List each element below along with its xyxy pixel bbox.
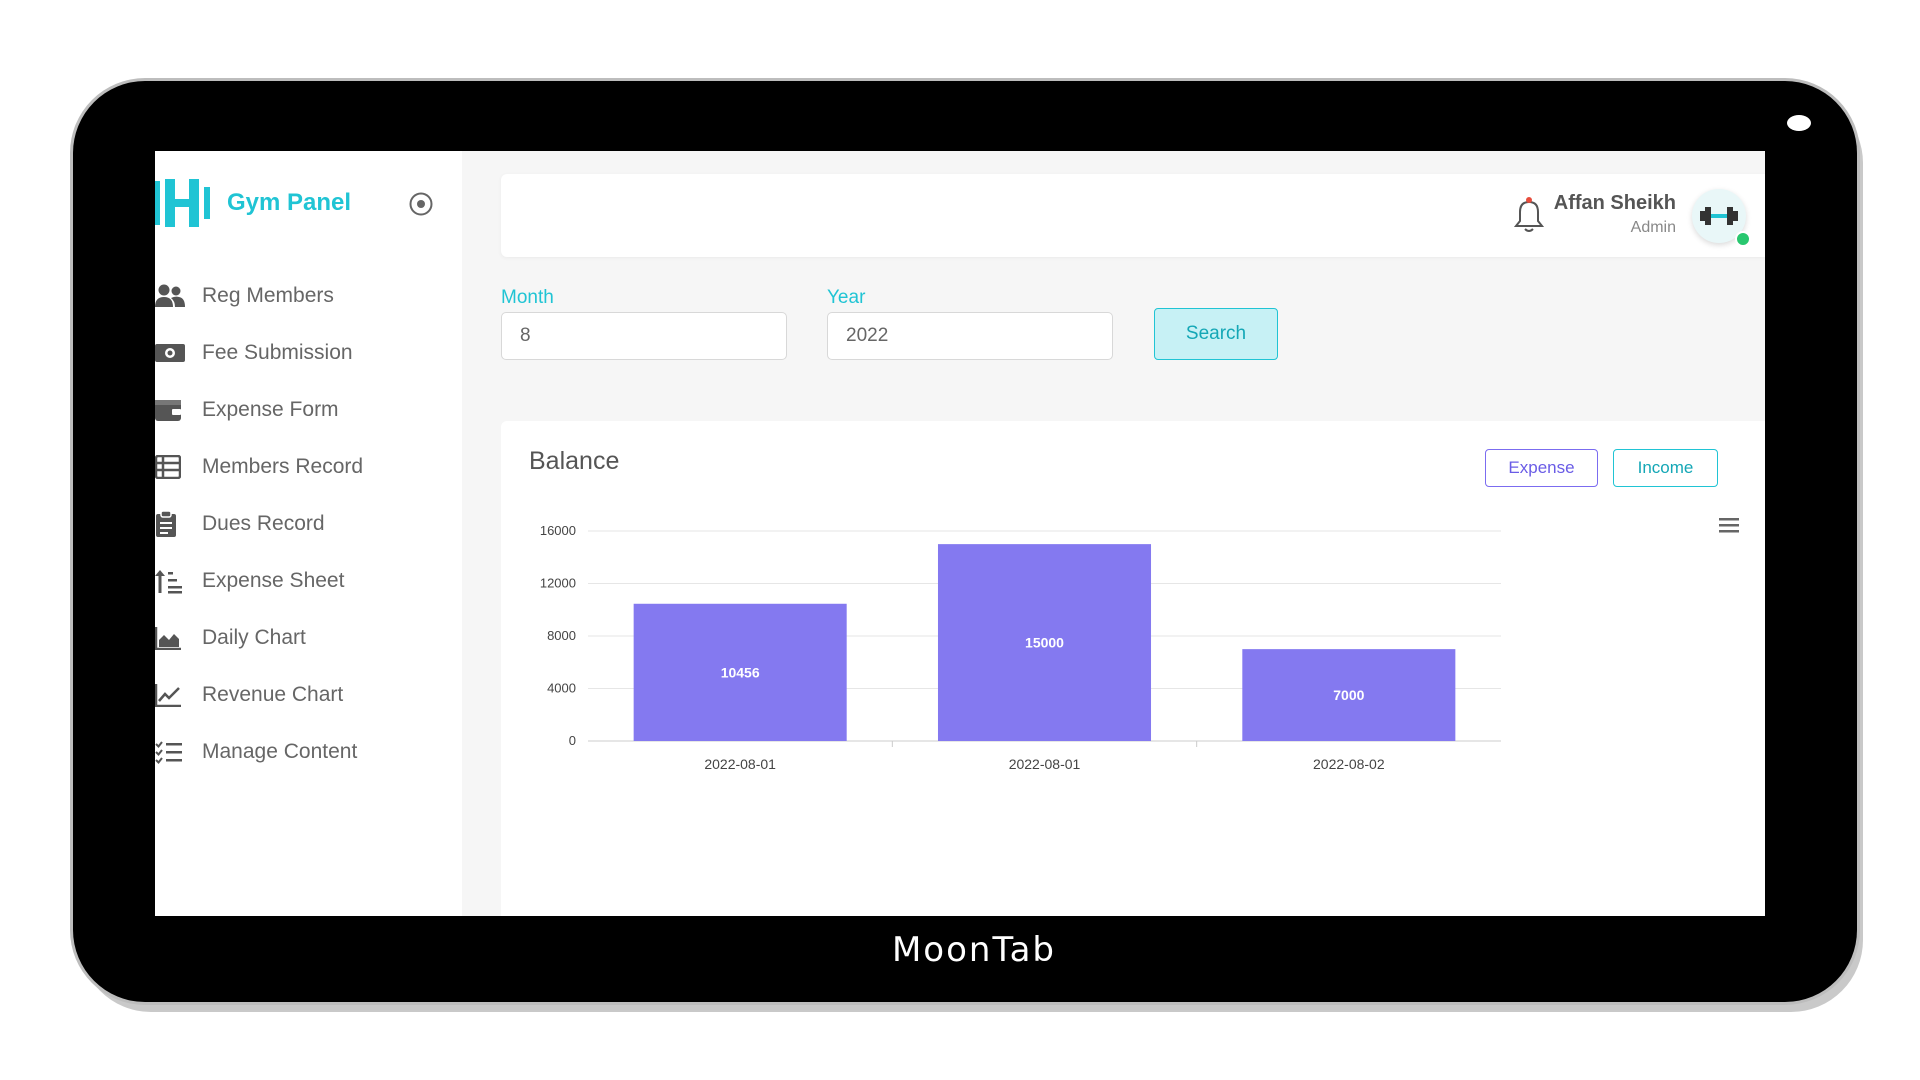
card-title: Balance (529, 447, 620, 475)
chart-menu-icon[interactable] (1719, 518, 1739, 533)
wallet-icon (155, 395, 185, 425)
user-role: Admin (1630, 219, 1676, 236)
sidebar-item-label: Dues Record (202, 511, 325, 535)
sidebar-item-revenue-chart[interactable]: Revenue Chart (155, 666, 462, 723)
clipboard-icon (155, 509, 185, 539)
sidebar-item-label: Expense Sheet (202, 568, 345, 592)
sidebar-item-fee-submission[interactable]: Fee Submission (155, 324, 462, 381)
sidebar-item-label: Manage Content (202, 739, 358, 763)
year-input[interactable] (827, 312, 1113, 360)
y-tick-label: 16000 (540, 523, 576, 538)
bar-value-label: 10456 (721, 664, 760, 680)
bell-icon[interactable] (1512, 196, 1546, 234)
sidebar-item-daily-chart[interactable]: Daily Chart (155, 609, 462, 666)
search-button[interactable]: Search (1154, 308, 1278, 360)
month-label: Month (501, 287, 554, 308)
sidebar: Gym Panel Reg Members Fee Submission Exp… (155, 151, 462, 916)
table-icon (155, 452, 185, 482)
area-chart-icon (155, 623, 185, 653)
expense-button[interactable]: Expense (1485, 449, 1598, 487)
bar-value-label: 15000 (1025, 635, 1064, 651)
y-tick-label: 0 (569, 733, 576, 748)
bar-value-label: 7000 (1333, 687, 1364, 703)
sidebar-item-label: Reg Members (202, 283, 334, 307)
month-input[interactable] (501, 312, 787, 360)
y-tick-label: 12000 (540, 576, 576, 591)
sidebar-item-label: Daily Chart (202, 625, 306, 649)
sidebar-item-label: Members Record (202, 454, 364, 478)
logo-text: Gym Panel (227, 189, 352, 216)
sidebar-item-expense-sheet[interactable]: Expense Sheet (155, 552, 462, 609)
x-tick-label: 2022-08-01 (1009, 756, 1081, 772)
line-chart-icon (155, 680, 185, 710)
sidebar-item-expense-form[interactable]: Expense Form (155, 381, 462, 438)
x-tick-label: 2022-08-02 (1313, 756, 1385, 772)
balance-card: Balance Expense Income 0 4000 8000 12000 160… (501, 421, 1765, 916)
dumbbell-logo-icon (155, 179, 210, 227)
sidebar-item-label: Expense Form (202, 397, 339, 421)
top-bar: Affan Sheikh Admin (501, 174, 1765, 257)
sidebar-nav: Reg Members Fee Submission Expense Form … (155, 267, 462, 780)
money-icon (155, 338, 185, 368)
sidebar-item-label: Revenue Chart (202, 682, 344, 706)
user-name[interactable]: Affan Sheikh (1554, 192, 1676, 215)
sidebar-item-members-record[interactable]: Members Record (155, 438, 462, 495)
income-button[interactable]: Income (1613, 449, 1718, 487)
sidebar-item-dues-record[interactable]: Dues Record (155, 495, 462, 552)
logo[interactable]: Gym Panel (155, 177, 351, 229)
target-icon[interactable] (408, 191, 434, 217)
y-tick-label: 8000 (547, 628, 576, 643)
x-tick-label: 2022-08-01 (704, 756, 776, 772)
checklist-icon (155, 737, 185, 767)
sidebar-item-manage-content[interactable]: Manage Content (155, 723, 462, 780)
year-label: Year (827, 287, 866, 308)
device-brand: MoonTab (891, 930, 1057, 970)
online-status-dot (1735, 231, 1751, 247)
y-tick-label: 4000 (547, 681, 576, 696)
sidebar-item-reg-members[interactable]: Reg Members (155, 267, 462, 324)
sort-list-icon (155, 566, 185, 596)
app-screen: Gym Panel Reg Members Fee Submission Exp… (155, 151, 1765, 916)
sidebar-item-label: Fee Submission (202, 340, 353, 364)
balance-bar-chart: 0 4000 8000 12000 16000 10456 2022-08-01 15000 2… (540, 518, 1739, 772)
camera-icon (1787, 115, 1811, 131)
users-icon (155, 281, 185, 311)
